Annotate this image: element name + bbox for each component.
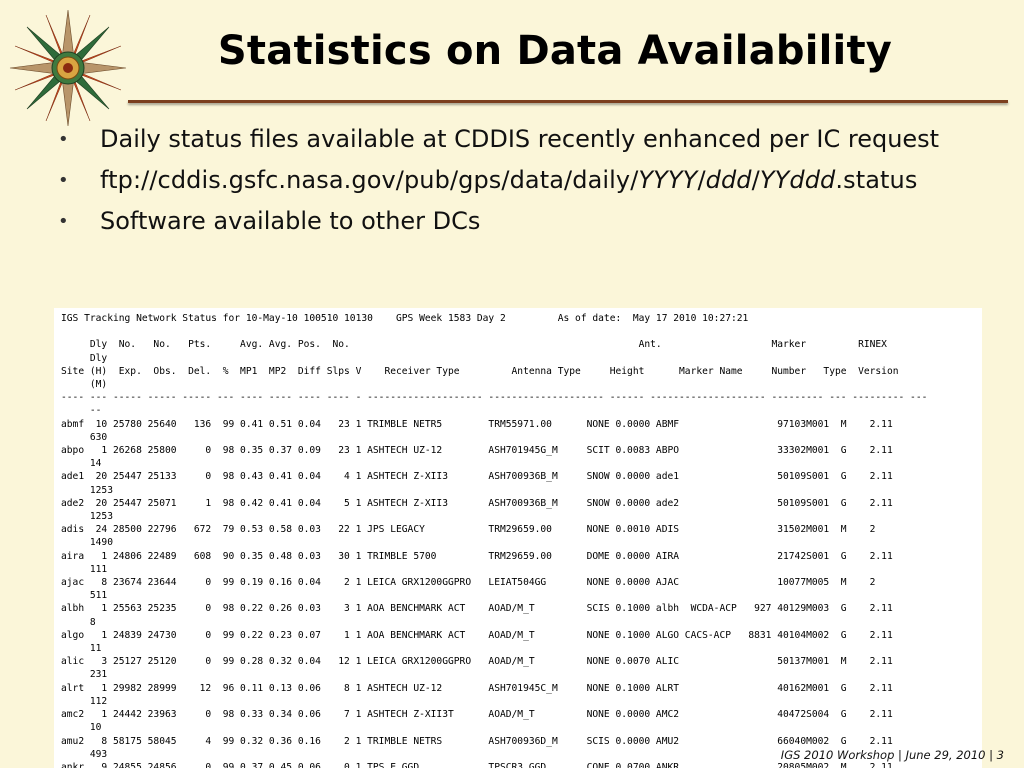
- ftp-path-day: ddd: [705, 166, 752, 194]
- ftp-path-prefix: ftp://cddis.gsfc.nasa.gov/pub/gps/data/d…: [100, 166, 639, 194]
- network-status-text: IGS Tracking Network Status for 10-May-1…: [61, 313, 928, 768]
- bullet-list: • Daily status files available at CDDIS …: [58, 124, 998, 247]
- slide-footer: IGS 2010 Workshop | June 29, 2010 | 3: [780, 748, 1004, 762]
- ftp-path-suffix: .status: [835, 166, 918, 194]
- bullet-text: Software available to other DCs: [100, 207, 481, 235]
- bullet-item-software: • Software available to other DCs: [58, 206, 998, 237]
- ftp-path-link[interactable]: ftp://cddis.gsfc.nasa.gov/pub/gps/data/d…: [100, 166, 917, 194]
- bullet-text: Daily status files available at CDDIS re…: [100, 125, 940, 153]
- ftp-path-separator: /: [697, 166, 706, 194]
- network-status-table: IGS Tracking Network Status for 10-May-1…: [54, 308, 982, 768]
- bullet-icon: •: [58, 170, 69, 191]
- title-divider: [128, 100, 1008, 103]
- compass-rose-icon: [6, 6, 130, 130]
- ftp-path-yyddd: YYddd: [759, 166, 836, 194]
- slide-title: Statistics on Data Availability: [217, 28, 893, 74]
- bullet-icon: •: [58, 129, 69, 150]
- bullet-icon: •: [58, 211, 69, 232]
- ftp-path-separator: /: [751, 166, 760, 194]
- bullet-item-status-files: • Daily status files available at CDDIS …: [58, 124, 998, 155]
- bullet-item-ftp-path: • ftp://cddis.gsfc.nasa.gov/pub/gps/data…: [58, 165, 998, 196]
- ftp-path-year: YYYY: [638, 166, 698, 194]
